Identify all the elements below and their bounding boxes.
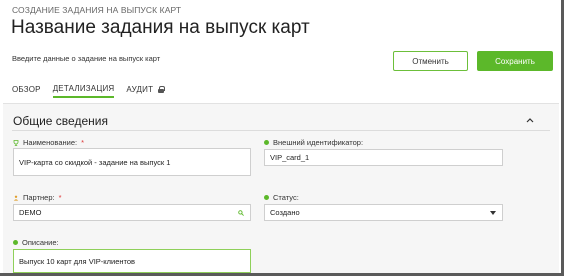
name-label-text: Наименование: (23, 138, 78, 147)
dot-icon (264, 140, 269, 145)
required-mark: * (58, 193, 62, 202)
chevron-down-icon (490, 210, 496, 215)
status-label-text: Статус: (273, 193, 299, 202)
breadcrumb: СОЗДАНИЕ ЗАДАНИЯ НА ВЫПУСК КАРТ (12, 5, 182, 15)
chevron-up-icon[interactable] (526, 116, 534, 124)
tab-label: ОБЗОР (12, 84, 41, 94)
external-id-value: VIP_card_1 (270, 153, 310, 162)
partner-label: Партнер: * (13, 193, 62, 202)
partner-value: DEMO (19, 208, 42, 217)
cancel-button[interactable]: Отменить (393, 51, 468, 71)
partner-field[interactable]: DEMO (13, 204, 251, 221)
name-label: Наименование: * (13, 138, 84, 147)
tab-audit[interactable]: АУДИТ (126, 84, 166, 98)
tab-details[interactable]: ДЕТАЛИЗАЦИЯ (52, 83, 115, 98)
description-label-text: Описание: (22, 238, 59, 247)
description-field[interactable]: Выпуск 10 карт для VIP-клиентов (13, 249, 251, 273)
page-subtitle: Введите данные о задание на выпуск карт (12, 54, 161, 63)
name-field[interactable]: VIP-карта со скидкой - задание на выпуск… (13, 148, 251, 176)
external-id-label-text: Внешний идентификатор: (273, 138, 364, 147)
description-label: Описание: (13, 238, 59, 247)
search-icon[interactable] (238, 209, 244, 216)
external-id-label: Внешний идентификатор: (264, 138, 363, 147)
description-value: Выпуск 10 карт для VIP-клиентов (19, 256, 136, 266)
status-label: Статус: (264, 193, 299, 202)
partner-label-text: Партнер: (23, 193, 55, 202)
partner-icon (13, 195, 19, 201)
tab-bar: ОБЗОР ДЕТАЛИЗАЦИЯ АУДИТ (12, 84, 176, 98)
name-value: VIP-карта со скидкой - задание на выпуск… (19, 157, 171, 167)
required-mark: * (81, 138, 84, 147)
status-value: Создано (270, 208, 300, 217)
lock-icon (158, 85, 166, 93)
external-id-field[interactable]: VIP_card_1 (264, 149, 503, 166)
tab-overview[interactable]: ОБЗОР (12, 84, 41, 98)
dot-icon (264, 195, 269, 200)
page: СОЗДАНИЕ ЗАДАНИЯ НА ВЫПУСК КАРТ Название… (0, 0, 564, 276)
tab-label: ДЕТАЛИЗАЦИЯ (52, 83, 115, 93)
dot-icon (13, 240, 18, 245)
page-title: Название задания на выпуск карт (11, 17, 310, 38)
tab-label: АУДИТ (126, 84, 154, 94)
save-button[interactable]: Сохранить (477, 51, 553, 71)
section-divider (12, 130, 550, 131)
section-title: Общие сведения (13, 114, 108, 128)
trophy-icon (13, 139, 19, 146)
status-select[interactable]: Создано (264, 204, 503, 221)
